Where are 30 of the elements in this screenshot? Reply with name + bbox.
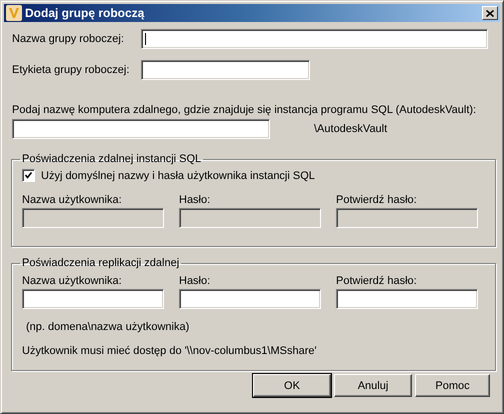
field-label: Nazwa użytkownika: <box>22 275 123 287</box>
checkbox-label: Użyj domyślnej nazwy i hasła użytkownika instancji SQL <box>41 170 315 182</box>
close-button[interactable] <box>482 6 498 20</box>
field-label: Etykieta grupy roboczej: <box>12 64 130 76</box>
input-field[interactable] <box>141 60 310 80</box>
field-label: Potwierdź hasło: <box>336 194 418 206</box>
input-field[interactable] <box>141 29 488 49</box>
note-text: Użytkownik musi mieć dostęp do '\\nov-columbus1\MSshare' <box>22 345 317 357</box>
group-title: Poświadczenia replikacji zdalnej <box>21 257 180 269</box>
field-label: Potwierdź hasło: <box>336 275 418 287</box>
dialog-button[interactable]: OK <box>253 374 331 397</box>
field-label: Hasło: <box>179 194 212 206</box>
field-label: Nazwa grupy roboczej: <box>12 33 125 45</box>
dialog-button[interactable]: Anuluj <box>334 374 412 397</box>
field-label: Podaj nazwę komputera zdalnego, gdzie znajduje się instancja programu SQL (AutodeskVault): <box>12 104 476 116</box>
checkbox[interactable] <box>22 169 35 182</box>
check-icon <box>25 172 32 179</box>
suffix-label: \AutodeskVault <box>314 123 388 135</box>
input-field[interactable] <box>22 289 164 309</box>
window-title: Dodaj grupę roboczą <box>25 6 146 20</box>
app-icon <box>6 5 22 21</box>
field-label: Nazwa użytkownika: <box>22 194 123 206</box>
input-field[interactable] <box>336 289 478 309</box>
hint-text: (np. domena\nazwa użytkownika) <box>26 321 190 333</box>
input-field[interactable] <box>12 119 270 139</box>
field-label: Hasło: <box>179 275 212 287</box>
dialog-button[interactable]: Pomoc <box>415 374 490 397</box>
group-title: Poświadczenia zdalnej instancji SQL <box>21 153 202 165</box>
close-icon <box>486 10 494 16</box>
input-field[interactable] <box>179 289 321 309</box>
